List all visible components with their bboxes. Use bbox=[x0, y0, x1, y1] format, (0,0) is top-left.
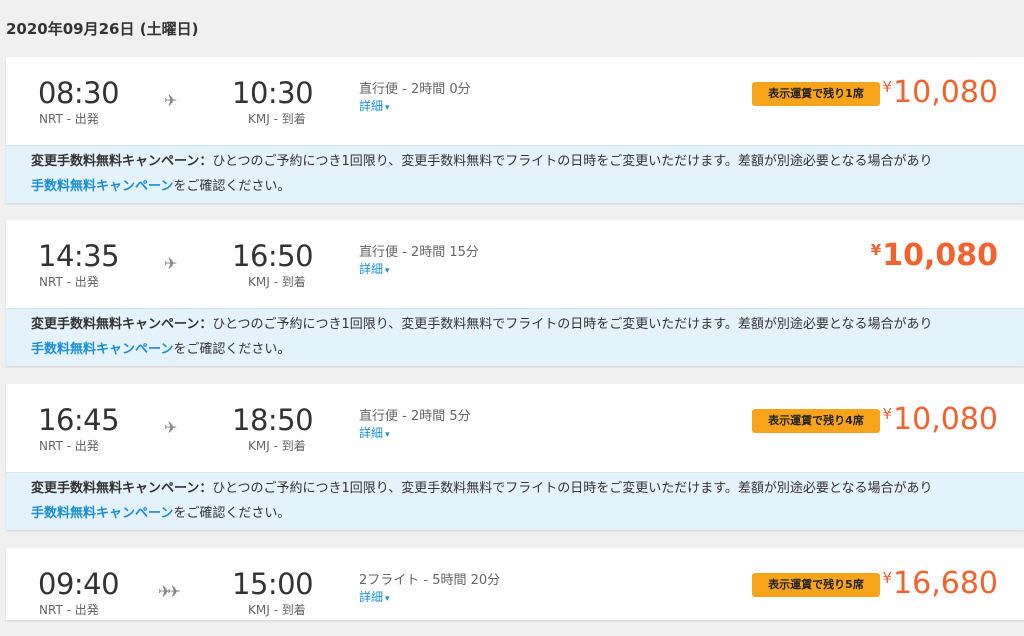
campaign-link[interactable]: 手数料無料キャンペーン bbox=[31, 342, 173, 357]
departure-label: NRT - 出発 bbox=[39, 439, 99, 453]
currency-symbol: ¥ bbox=[882, 78, 893, 96]
details-link[interactable]: 詳細 ▾ bbox=[359, 260, 390, 277]
chevron-down-icon: ▾ bbox=[385, 430, 390, 440]
details-link[interactable]: 詳細 ▾ bbox=[359, 588, 390, 605]
flight-card[interactable]: 14:35 NRT - 出発 ✈ 16:50 KMJ - 到着 直行便 - 2時… bbox=[6, 220, 1024, 366]
details-label: 詳細 bbox=[359, 99, 384, 113]
plane-icon: ✈ bbox=[164, 254, 178, 273]
flight-duration: 直行便 - 2時間 0分 bbox=[359, 82, 471, 97]
departure-time: 16:45 bbox=[38, 403, 120, 437]
campaign-text: ひとつのご予約につき1回限り、変更手数料無料でフライトの日時をご変更いただけます… bbox=[212, 481, 933, 496]
flight-summary[interactable]: 09:40 NRT - 出発 ✈✈ 15:00 KMJ - 到着 2フライト -… bbox=[6, 548, 1024, 636]
arrival-label: KMJ - 到着 bbox=[248, 439, 306, 453]
flight-duration: 直行便 - 2時間 15分 bbox=[359, 245, 479, 260]
arrival-time: 15:00 bbox=[232, 567, 314, 601]
arrival-label: KMJ - 到着 bbox=[248, 603, 306, 617]
details-link[interactable]: 詳細 ▾ bbox=[359, 97, 390, 114]
chevron-down-icon: ▾ bbox=[385, 594, 390, 604]
campaign-text: ひとつのご予約につき1回限り、変更手数料無料でフライトの日時をご変更いただけます… bbox=[212, 154, 933, 169]
price-value: 10,080 bbox=[893, 75, 998, 110]
flight-summary[interactable]: 14:35 NRT - 出発 ✈ 16:50 KMJ - 到着 直行便 - 2時… bbox=[6, 220, 1024, 308]
price-value: 16,680 bbox=[893, 566, 998, 601]
details-label: 詳細 bbox=[359, 426, 384, 440]
price-value: 10,080 bbox=[893, 402, 998, 437]
arrival-label: KMJ - 到着 bbox=[248, 112, 306, 126]
departure-label: NRT - 出発 bbox=[39, 275, 99, 289]
campaign-tail: をご確認ください。 bbox=[173, 179, 291, 194]
details-label: 詳細 bbox=[359, 262, 384, 276]
date-header: 2020年09月26日 (土曜日) bbox=[6, 20, 199, 38]
price-value: 10,080 bbox=[882, 238, 998, 273]
arrival-time: 16:50 bbox=[232, 239, 314, 273]
flight-card[interactable]: 08:30 NRT - 出発 ✈ 10:30 KMJ - 到着 直行便 - 2時… bbox=[6, 57, 1024, 203]
seats-remaining-badge: 表示運賃で残り4席 bbox=[752, 409, 880, 433]
currency-symbol: ¥ bbox=[870, 241, 882, 259]
price[interactable]: ¥10,080 bbox=[882, 75, 998, 110]
departure-time: 08:30 bbox=[38, 76, 120, 110]
details-link[interactable]: 詳細 ▾ bbox=[359, 424, 390, 441]
price[interactable]: ¥16,680 bbox=[882, 566, 998, 601]
flight-duration: 直行便 - 2時間 5分 bbox=[359, 409, 471, 424]
campaign-tail: をご確認ください。 bbox=[173, 342, 291, 357]
departure-label: NRT - 出発 bbox=[39, 112, 99, 126]
price[interactable]: ¥10,080 bbox=[882, 402, 998, 437]
flight-summary[interactable]: 16:45 NRT - 出発 ✈ 18:50 KMJ - 到着 直行便 - 2時… bbox=[6, 384, 1024, 472]
arrival-label: KMJ - 到着 bbox=[248, 275, 306, 289]
departure-time: 09:40 bbox=[38, 567, 120, 601]
campaign-title: 変更手数料無料キャンペーン： bbox=[31, 317, 213, 332]
flight-summary[interactable]: 08:30 NRT - 出発 ✈ 10:30 KMJ - 到着 直行便 - 2時… bbox=[6, 57, 1024, 145]
campaign-banner: 変更手数料無料キャンペーン：ひとつのご予約につき1回限り、変更手数料無料でフライ… bbox=[6, 472, 1024, 530]
seats-remaining-badge: 表示運賃で残り5席 bbox=[752, 573, 880, 597]
arrival-time: 10:30 bbox=[232, 76, 314, 110]
currency-symbol: ¥ bbox=[882, 569, 893, 587]
departure-time: 14:35 bbox=[38, 239, 120, 273]
chevron-down-icon: ▾ bbox=[385, 266, 390, 276]
arrival-time: 18:50 bbox=[232, 403, 314, 437]
plane-icon: ✈ bbox=[164, 91, 178, 110]
plane-icon: ✈ bbox=[164, 418, 178, 437]
price[interactable]: ¥10,080 bbox=[871, 238, 998, 273]
campaign-text: ひとつのご予約につき1回限り、変更手数料無料でフライトの日時をご変更いただけます… bbox=[212, 317, 933, 332]
details-label: 詳細 bbox=[359, 590, 384, 604]
campaign-banner: 変更手数料無料キャンペーン：ひとつのご予約につき1回限り、変更手数料無料でフライ… bbox=[6, 308, 1024, 366]
campaign-banner: 変更手数料無料キャンペーン：ひとつのご予約につき1回限り、変更手数料無料でフライ… bbox=[6, 145, 1024, 203]
flight-card[interactable]: 09:40 NRT - 出発 ✈✈ 15:00 KMJ - 到着 2フライト -… bbox=[6, 548, 1024, 620]
flight-duration: 2フライト - 5時間 20分 bbox=[359, 573, 501, 588]
departure-label: NRT - 出発 bbox=[39, 603, 99, 617]
campaign-link[interactable]: 手数料無料キャンペーン bbox=[31, 506, 173, 521]
currency-symbol: ¥ bbox=[882, 405, 893, 423]
flight-card[interactable]: 16:45 NRT - 出発 ✈ 18:50 KMJ - 到着 直行便 - 2時… bbox=[6, 384, 1024, 530]
chevron-down-icon: ▾ bbox=[385, 103, 390, 113]
campaign-tail: をご確認ください。 bbox=[173, 506, 291, 521]
two-planes-icon: ✈✈ bbox=[158, 582, 181, 601]
campaign-link[interactable]: 手数料無料キャンペーン bbox=[31, 179, 173, 194]
seats-remaining-badge: 表示運賃で残り1席 bbox=[752, 82, 880, 106]
campaign-title: 変更手数料無料キャンペーン： bbox=[31, 481, 213, 496]
campaign-title: 変更手数料無料キャンペーン： bbox=[31, 154, 213, 169]
